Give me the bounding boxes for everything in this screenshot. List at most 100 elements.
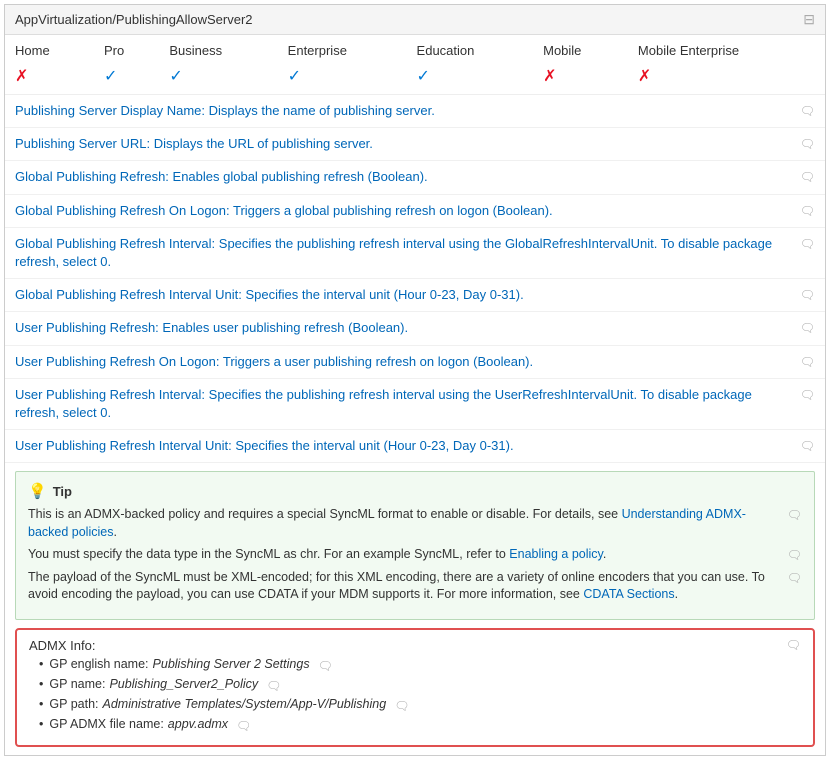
tip-link[interactable]: Understanding ADMX-backed policies: [28, 507, 746, 539]
tip-line-text: You must specify the data type in the Sy…: [28, 546, 779, 564]
content-row: Global Publishing Refresh On Logon: Trig…: [5, 195, 825, 228]
content-row-text: Global Publishing Refresh Interval: Spec…: [15, 235, 792, 271]
page-wrapper: AppVirtualization/PublishingAllowServer2…: [4, 4, 826, 756]
comment-icon: 🗨: [394, 699, 409, 713]
val-mobile-enterprise: ✗: [628, 62, 825, 95]
col-enterprise: Enterprise: [278, 35, 407, 62]
admx-item-content: GP path: Administrative Templates/System/…: [49, 697, 386, 711]
admx-item-content: GP name: Publishing_Server2_Policy: [49, 677, 258, 691]
comment-icon: 🗨: [800, 237, 815, 251]
tip-bulb-icon: 💡: [28, 482, 47, 500]
compatibility-values-row: ✗ ✓ ✓ ✓ ✓ ✗ ✗: [5, 62, 825, 95]
comment-icon: 🗨: [800, 439, 815, 453]
comment-icon: 🗨: [800, 355, 815, 369]
col-pro: Pro: [94, 35, 159, 62]
content-rows: Publishing Server Display Name: Displays…: [5, 95, 825, 463]
comment-icon: 🗨: [800, 204, 815, 218]
content-row: User Publishing Refresh Interval Unit: S…: [5, 430, 825, 463]
cross-icon: ✗: [15, 68, 28, 85]
comment-icon: 🗨: [787, 571, 802, 585]
content-row: Publishing Server URL: Displays the URL …: [5, 128, 825, 161]
comment-icon: 🗨: [236, 719, 251, 733]
val-business: ✓: [159, 62, 277, 95]
admx-list-row: GP name: Publishing_Server2_Policy 🗨: [49, 677, 281, 693]
content-row-text: Global Publishing Refresh On Logon: Trig…: [15, 202, 792, 220]
tip-link[interactable]: CDATA Sections: [583, 587, 674, 601]
val-home: ✗: [5, 62, 94, 95]
tip-header: 💡 Tip: [28, 482, 802, 500]
admx-header: ADMX Info: 🗨: [29, 638, 801, 653]
col-home: Home: [5, 35, 94, 62]
comment-icon: 🗨: [800, 288, 815, 302]
content-row: User Publishing Refresh Interval: Specif…: [5, 379, 825, 430]
admx-item-label: GP name:: [49, 677, 105, 691]
admx-list-item: GP path: Administrative Templates/System/…: [39, 697, 801, 713]
header-icon: ⊟: [803, 11, 815, 28]
tip-lines: This is an ADMX-backed policy and requir…: [28, 506, 802, 604]
admx-item-value: appv.admx: [168, 717, 228, 731]
tip-line-text: This is an ADMX-backed policy and requir…: [28, 506, 779, 541]
page-header: AppVirtualization/PublishingAllowServer2…: [5, 5, 825, 35]
admx-list-item: GP ADMX file name: appv.admx 🗨: [39, 717, 801, 733]
content-row-text: Publishing Server Display Name: Displays…: [15, 102, 792, 120]
content-row-text: Global Publishing Refresh: Enables globa…: [15, 168, 792, 186]
tip-line: You must specify the data type in the Sy…: [28, 546, 802, 564]
content-row-text: User Publishing Refresh: Enables user pu…: [15, 319, 792, 337]
check-icon: ✓: [417, 68, 430, 85]
compatibility-table: Home Pro Business Enterprise Education M…: [5, 35, 825, 95]
val-pro: ✓: [94, 62, 159, 95]
admx-list: GP english name:Publishing Server 2 Sett…: [29, 657, 801, 733]
col-mobile: Mobile: [533, 35, 628, 62]
content-row: User Publishing Refresh On Logon: Trigge…: [5, 346, 825, 379]
comment-icon: 🗨: [800, 104, 815, 118]
comment-icon: 🗨: [800, 170, 815, 184]
comment-icon: 🗨: [318, 659, 333, 673]
content-row: User Publishing Refresh: Enables user pu…: [5, 312, 825, 345]
tip-box: 💡 Tip This is an ADMX-backed policy and …: [15, 471, 815, 620]
content-row-text: User Publishing Refresh On Logon: Trigge…: [15, 353, 792, 371]
col-mobile-enterprise: Mobile Enterprise: [628, 35, 825, 62]
val-education: ✓: [407, 62, 534, 95]
check-icon: ✓: [169, 68, 182, 85]
val-enterprise: ✓: [278, 62, 407, 95]
comment-icon: 🗨: [787, 548, 802, 562]
tip-line-text: The payload of the SyncML must be XML-en…: [28, 569, 779, 604]
tip-title: Tip: [53, 484, 72, 499]
content-row-text: Global Publishing Refresh Interval Unit:…: [15, 286, 792, 304]
content-row-text: User Publishing Refresh Interval Unit: S…: [15, 437, 792, 455]
val-mobile: ✗: [533, 62, 628, 95]
content-row-text: User Publishing Refresh Interval: Specif…: [15, 386, 792, 422]
col-business: Business: [159, 35, 277, 62]
admx-list-row: GP path: Administrative Templates/System/…: [49, 697, 409, 713]
admx-list-item: GP name: Publishing_Server2_Policy 🗨: [39, 677, 801, 693]
admx-list-item: GP english name:Publishing Server 2 Sett…: [39, 657, 801, 673]
content-row-text: Publishing Server URL: Displays the URL …: [15, 135, 792, 153]
cross-icon: ✗: [543, 68, 556, 85]
content-row: Publishing Server Display Name: Displays…: [5, 95, 825, 128]
comment-icon: 🗨: [800, 137, 815, 151]
admx-title: ADMX Info:: [29, 638, 95, 653]
content-row: Global Publishing Refresh Interval Unit:…: [5, 279, 825, 312]
check-icon: ✓: [104, 68, 117, 85]
admx-item-label: GP ADMX file name:: [49, 717, 163, 731]
admx-item-label: GP path:: [49, 697, 98, 711]
admx-list-row: GP english name:Publishing Server 2 Sett…: [49, 657, 332, 673]
admx-item-value: Administrative Templates/System/App-V/Pu…: [103, 697, 387, 711]
admx-item-content: GP ADMX file name: appv.admx: [49, 717, 228, 731]
cross-icon: ✗: [638, 68, 651, 85]
tip-line: The payload of the SyncML must be XML-en…: [28, 569, 802, 604]
admx-header-icon: 🗨: [786, 638, 801, 652]
comment-icon: 🗨: [800, 321, 815, 335]
col-education: Education: [407, 35, 534, 62]
tip-line: This is an ADMX-backed policy and requir…: [28, 506, 802, 541]
comment-icon: 🗨: [266, 679, 281, 693]
comment-icon: 🗨: [787, 508, 802, 522]
check-icon: ✓: [288, 68, 301, 85]
admx-box: ADMX Info: 🗨 GP english name:Publishing …: [15, 628, 815, 747]
tip-link[interactable]: Enabling a policy: [509, 547, 603, 561]
content-row: Global Publishing Refresh: Enables globa…: [5, 161, 825, 194]
admx-item-value: Publishing_Server2_Policy: [109, 677, 258, 691]
admx-list-row: GP ADMX file name: appv.admx 🗨: [49, 717, 251, 733]
compatibility-header-row: Home Pro Business Enterprise Education M…: [5, 35, 825, 62]
comment-icon: 🗨: [800, 388, 815, 402]
